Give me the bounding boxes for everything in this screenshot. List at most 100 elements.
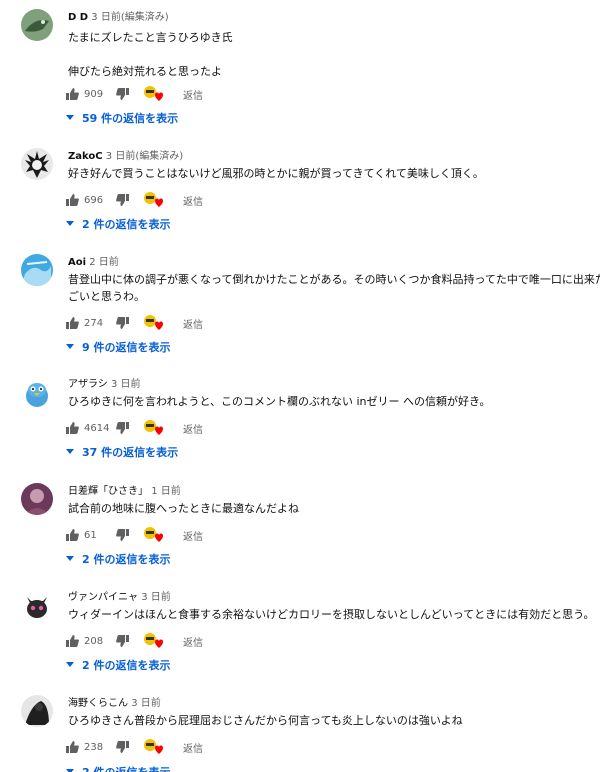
comment-time[interactable]: 3 日前	[106, 151, 136, 162]
creator-heart-icon	[143, 191, 163, 209]
view-replies-label: 2 件の返信を表示	[82, 764, 170, 772]
like-count: 238	[84, 741, 104, 753]
comment-actions: 238 返信	[66, 738, 203, 756]
comment-line: 試合前の地味に腹へったときに最適なんだよね	[68, 502, 299, 515]
like-count: 274	[84, 317, 104, 329]
reply-button[interactable]: 返信	[183, 316, 203, 331]
like-count: 61	[84, 529, 97, 541]
comment-header: ZakoC 3 日前(編集済み)	[68, 150, 183, 164]
blue-splash-avatar-icon[interactable]	[21, 254, 53, 286]
dark-figure-avatar-icon[interactable]	[21, 695, 53, 727]
reply-button[interactable]: 返信	[183, 87, 203, 102]
view-replies-button[interactable]: 2 件の返信を表示	[66, 551, 170, 567]
thumbs-down-icon	[116, 635, 129, 647]
dislike-button[interactable]	[116, 635, 129, 647]
author-name[interactable]: ZakoC	[68, 151, 103, 162]
creator-heart-icon	[143, 526, 163, 544]
comment-time[interactable]: 2 日前	[89, 257, 119, 268]
comment-line: たまにズレたこと言うひろゆき氏	[68, 31, 233, 44]
view-replies-label: 2 件の返信を表示	[82, 218, 171, 231]
dislike-button[interactable]	[116, 88, 129, 100]
thumbs-down-icon	[116, 529, 129, 541]
dislike-button[interactable]	[116, 317, 129, 329]
purple-portrait-avatar-icon[interactable]	[21, 483, 53, 515]
comment-text: ひろゆきさん普段から屁理屈おじさんだから何言っても炎上しないのは強いよね	[68, 712, 463, 729]
view-replies-label: 9 件の返信を表示	[82, 341, 171, 354]
comment-time[interactable]: 3 日前	[131, 698, 161, 709]
comment-text: 好き好んで買うことはないけど風邪の時とかに親が買ってきてくれて美味しく頂く。	[68, 165, 484, 182]
thumbs-down-icon	[116, 741, 129, 753]
edited-label: (編集済み)	[120, 12, 169, 23]
creator-heart-icon	[143, 314, 163, 332]
cat-avatar-icon[interactable]	[21, 589, 53, 621]
like-button[interactable]: 238	[66, 741, 112, 753]
view-replies-label: 37 件の返信を表示	[82, 446, 179, 459]
author-name[interactable]: 日差輝「ひさき」	[68, 486, 148, 497]
thumbs-up-icon	[66, 88, 79, 100]
reply-button[interactable]: 返信	[183, 193, 203, 208]
like-button[interactable]: 61	[66, 529, 112, 541]
comment-time[interactable]: 1 日前	[151, 486, 181, 497]
thumbs-up-icon	[66, 194, 79, 206]
comment-text: ひろゆきに何を言われようと、このコメント欄のぶれない inゼリー への信頼が好き…	[68, 393, 490, 410]
view-replies-button[interactable]: 2 件の返信を表示	[66, 216, 170, 232]
like-button[interactable]: 274	[66, 317, 112, 329]
penguin-avatar-icon[interactable]	[21, 376, 53, 408]
comment-time[interactable]: 3 日前	[141, 592, 171, 603]
comment-line	[68, 46, 233, 63]
comment-actions: 274 返信	[66, 314, 203, 332]
view-replies-button[interactable]: 2 件の返信を表示	[66, 764, 170, 772]
view-replies-label: 59 件の返信を表示	[82, 112, 179, 125]
view-replies-button[interactable]: 59 件の返信を表示	[66, 110, 178, 126]
like-count: 696	[84, 194, 104, 206]
author-name[interactable]: アザラシ	[68, 379, 108, 390]
thumbs-up-icon	[66, 529, 79, 541]
like-count: 909	[84, 88, 104, 100]
view-replies-label: 2 件の返信を表示	[82, 553, 171, 566]
like-button[interactable]: 696	[66, 194, 112, 206]
dislike-button[interactable]	[116, 422, 129, 434]
comment-line: ひろゆきさん普段から屁理屈おじさんだから何言っても炎上しないのは強いよね	[68, 714, 463, 727]
comment-actions: 4614 返信	[66, 419, 203, 437]
author-name[interactable]: D D	[68, 12, 88, 23]
like-button[interactable]: 208	[66, 635, 112, 647]
comment-text: ウィダーインはほんと食事する余裕ないけどカロリーを摂取しないとしんどいってときに…	[68, 606, 594, 623]
dislike-button[interactable]	[116, 194, 129, 206]
comment-time[interactable]: 3 日前	[91, 12, 121, 23]
dislike-button[interactable]	[116, 529, 129, 541]
anime-character-avatar-icon[interactable]	[21, 148, 53, 180]
comment-actions: 696 返信	[66, 191, 203, 209]
comment-line: 昔登山中に体の調子が悪くなって倒れかけたことがある。その時いくつか食料品持ってた…	[68, 273, 600, 286]
like-button[interactable]: 4614	[66, 422, 112, 434]
dislike-button[interactable]	[116, 741, 129, 753]
bird-avatar-icon[interactable]	[21, 9, 53, 41]
caret-down-icon	[66, 344, 74, 350]
author-name[interactable]: 海野くらこん	[68, 698, 128, 709]
reply-button[interactable]: 返信	[183, 740, 203, 755]
like-count: 4614	[84, 422, 110, 434]
comment-header: アザラシ 3 日前	[68, 378, 141, 392]
comment-time[interactable]: 3 日前	[111, 379, 141, 390]
comment-text: 昔登山中に体の調子が悪くなって倒れかけたことがある。その時いくつか食料品持ってた…	[68, 271, 600, 305]
comment-header: Aoi 2 日前	[68, 256, 119, 270]
comment-header: ヴァンパイニャ 3 日前	[68, 591, 171, 605]
thumbs-up-icon	[66, 422, 79, 434]
view-replies-button[interactable]: 2 件の返信を表示	[66, 657, 170, 673]
comment-actions: 208 返信	[66, 632, 203, 650]
reply-button[interactable]: 返信	[183, 421, 203, 436]
comments-section: D D 3 日前(編集済み) たまにズレたこと言うひろゆき氏 伸びたら絶対荒れる…	[0, 0, 600, 772]
view-replies-label: 2 件の返信を表示	[82, 659, 171, 672]
creator-heart-icon	[143, 738, 163, 756]
caret-down-icon	[66, 662, 74, 668]
author-name[interactable]: Aoi	[68, 257, 86, 268]
comment-line: 伸びたら絶対荒れると思ったよ	[68, 65, 222, 78]
comment-text: 試合前の地味に腹へったときに最適なんだよね	[68, 500, 299, 517]
view-replies-button[interactable]: 9 件の返信を表示	[66, 339, 170, 355]
reply-button[interactable]: 返信	[183, 634, 203, 649]
author-name[interactable]: ヴァンパイニャ	[68, 592, 138, 603]
like-button[interactable]: 909	[66, 88, 112, 100]
thumbs-up-icon	[66, 635, 79, 647]
view-replies-button[interactable]: 37 件の返信を表示	[66, 444, 178, 460]
comment-line: ごいと思うわ。	[68, 290, 145, 303]
reply-button[interactable]: 返信	[183, 528, 203, 543]
